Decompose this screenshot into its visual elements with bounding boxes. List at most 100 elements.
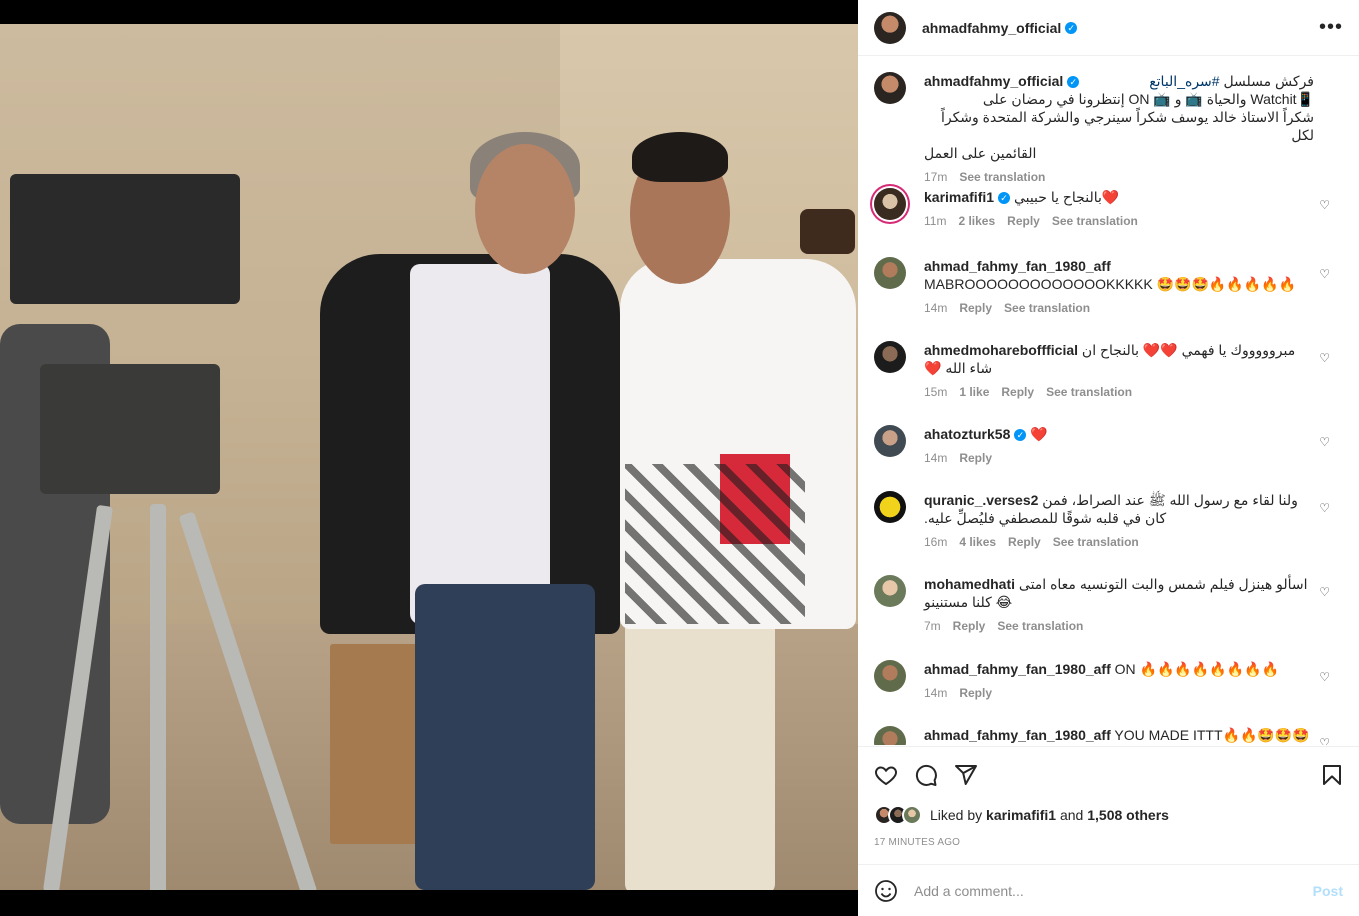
comment-item: ahmad_fahmy_fan_1980_aff YOU MADE ITTT🔥🔥… xyxy=(874,726,1344,745)
comment-like-icon[interactable]: ♡ xyxy=(1319,501,1330,515)
photo-tripod-leg xyxy=(150,504,166,890)
post-header: ahmadfahmy_official ✓ ••• xyxy=(858,0,1359,56)
commenter-avatar[interactable] xyxy=(874,575,906,607)
photo-person-right-pants xyxy=(625,614,775,890)
photo-bg-ornament xyxy=(800,209,855,254)
caption-time: 17m xyxy=(924,170,948,184)
reply-button[interactable]: Reply xyxy=(1007,212,1040,230)
commenter-avatar[interactable] xyxy=(874,491,906,523)
caption-line2: 📱Watchit والحياة 📺 و 📺 ON إنتظرونا في رم… xyxy=(982,91,1314,107)
commenter-username[interactable]: ahmad_fahmy_fan_1980_aff xyxy=(924,258,1111,274)
comment-time: 14m xyxy=(924,451,948,465)
comment-item: ahmad_fahmy_fan_1980_aff ON 🔥🔥🔥🔥🔥🔥🔥🔥 14m… xyxy=(874,660,1344,702)
verified-badge-icon: ✓ xyxy=(1065,21,1078,34)
comment-item: ahmad_fahmy_fan_1980_aff MABROOOOOOOOOOO… xyxy=(874,257,1344,317)
photo-shirt-pattern xyxy=(625,464,805,624)
caption: ahmadfahmy_official ✓ فركش مسلسل #سره_الب… xyxy=(874,72,1344,186)
liked-by-count[interactable]: 1,508 others xyxy=(1087,807,1169,823)
reply-button[interactable]: Reply xyxy=(1008,533,1041,551)
reply-button[interactable]: Reply xyxy=(959,299,992,317)
add-comment-bar: Post xyxy=(858,864,1359,916)
photo-person-right-hair xyxy=(632,132,728,182)
comment-like-icon[interactable]: ♡ xyxy=(1319,736,1330,745)
comments-list[interactable]: ahmadfahmy_official ✓ فركش مسلسل #سره_الب… xyxy=(858,57,1359,745)
comment-like-icon[interactable]: ♡ xyxy=(1319,670,1330,684)
commenter-avatar[interactable] xyxy=(874,341,906,373)
comment-item: ahatozturk58 ✓ ❤️ 14m Reply ♡ xyxy=(874,425,1344,467)
comment-text: ❤️ xyxy=(1030,426,1048,442)
comment-icon[interactable] xyxy=(914,763,938,787)
commenter-avatar[interactable] xyxy=(874,257,906,289)
see-translation-link[interactable]: See translation xyxy=(1004,299,1090,317)
author-username[interactable]: ahmadfahmy_official xyxy=(922,20,1061,36)
commenter-username[interactable]: ahmad_fahmy_fan_1980_aff xyxy=(924,727,1111,743)
comment-input[interactable] xyxy=(914,882,1313,899)
comment-text: ON 🔥🔥🔥🔥🔥🔥🔥🔥 xyxy=(1114,661,1279,677)
comment-likes[interactable]: 1 like xyxy=(959,383,989,401)
comment-item: quranic_.verses2 ولنا لقاء مع رسول الله … xyxy=(874,491,1344,551)
share-icon[interactable] xyxy=(954,763,978,787)
comment-time: 7m xyxy=(924,619,941,633)
comment-text: بالنجاح يا حبيبي❤️ xyxy=(1013,189,1120,205)
liked-by-user[interactable]: karimafifi1 xyxy=(986,807,1056,823)
commenter-username[interactable]: quranic_.verses2 xyxy=(924,492,1038,508)
comment-time: 14m xyxy=(924,686,948,700)
verified-badge-icon: ✓ xyxy=(1014,429,1027,442)
commenter-avatar[interactable] xyxy=(874,660,906,692)
heart-icon[interactable] xyxy=(874,763,898,787)
post-comment-button[interactable]: Post xyxy=(1313,883,1343,899)
verified-badge-icon: ✓ xyxy=(1067,76,1080,89)
post-photo[interactable] xyxy=(0,24,858,890)
see-translation-link[interactable]: See translation xyxy=(1046,383,1132,401)
comment-text: MABROOOOOOOOOOOOOKKKKK 🤩🤩🤩🔥🔥🔥🔥🔥 xyxy=(924,276,1297,292)
comment-like-icon[interactable]: ♡ xyxy=(1319,198,1330,212)
likes-summary[interactable]: Liked by karimafifi1 and 1,508 others xyxy=(874,805,1169,825)
comment-item: ahmedmohareboffficial مبروووووك يا فهمي … xyxy=(874,341,1344,401)
caption-line4: القائمين على العمل xyxy=(924,145,1037,161)
commenter-avatar[interactable] xyxy=(874,188,906,220)
comment-time: 15m xyxy=(924,385,948,399)
comment-like-icon[interactable]: ♡ xyxy=(1319,435,1330,449)
see-translation-link[interactable]: See translation xyxy=(1053,533,1139,551)
photo-camera-body xyxy=(40,364,220,494)
caption-hashtag[interactable]: #سره_الباتع xyxy=(1149,73,1219,89)
post-timestamp[interactable]: 17 MINUTES AGO xyxy=(874,837,960,848)
smile-icon[interactable] xyxy=(874,879,898,903)
caption-line1: فركش مسلسل xyxy=(1219,73,1314,89)
photo-person-left-jeans xyxy=(415,584,595,890)
comment-time: 14m xyxy=(924,301,948,315)
reply-button[interactable]: Reply xyxy=(1001,383,1034,401)
comment-like-icon[interactable]: ♡ xyxy=(1319,351,1330,365)
see-translation-link[interactable]: See translation xyxy=(1052,212,1138,230)
commenter-username[interactable]: karimafifi1 xyxy=(924,189,994,205)
verified-badge-icon: ✓ xyxy=(998,192,1011,205)
post-side-panel: ahmadfahmy_official ✓ ••• ahmadfahmy_off… xyxy=(858,0,1359,916)
liked-by-middle: and xyxy=(1059,807,1084,823)
comment-like-icon[interactable]: ♡ xyxy=(1319,267,1330,281)
see-translation-link[interactable]: See translation xyxy=(997,617,1083,635)
author-avatar[interactable] xyxy=(874,11,906,44)
comment-likes[interactable]: 2 likes xyxy=(958,212,995,230)
caption-author-username[interactable]: ahmadfahmy_official xyxy=(924,73,1063,89)
commenter-username[interactable]: mohamedhati xyxy=(924,576,1015,592)
commenter-username[interactable]: ahatozturk58 xyxy=(924,426,1010,442)
comment-like-icon[interactable]: ♡ xyxy=(1319,585,1330,599)
photo-person-left-shirt xyxy=(410,264,550,624)
reply-button[interactable]: Reply xyxy=(959,449,992,467)
more-options-icon[interactable]: ••• xyxy=(1319,16,1343,39)
caption-author-avatar[interactable] xyxy=(874,72,906,104)
comment-time: 16m xyxy=(924,535,948,549)
post-modal: ahmadfahmy_official ✓ ••• ahmadfahmy_off… xyxy=(0,0,1359,916)
see-translation-link[interactable]: See translation xyxy=(959,168,1045,186)
photo-camera xyxy=(10,174,240,304)
commenter-avatar[interactable] xyxy=(874,425,906,457)
comment-likes[interactable]: 4 likes xyxy=(959,533,996,551)
photo-wood-block xyxy=(330,644,420,844)
photo-person-left-head xyxy=(475,144,575,274)
commenter-avatar[interactable] xyxy=(874,726,906,745)
commenter-username[interactable]: ahmad_fahmy_fan_1980_aff xyxy=(924,661,1111,677)
bookmark-icon[interactable] xyxy=(1320,763,1344,787)
commenter-username[interactable]: ahmedmohareboffficial xyxy=(924,342,1078,358)
reply-button[interactable]: Reply xyxy=(959,684,992,702)
reply-button[interactable]: Reply xyxy=(953,617,986,635)
